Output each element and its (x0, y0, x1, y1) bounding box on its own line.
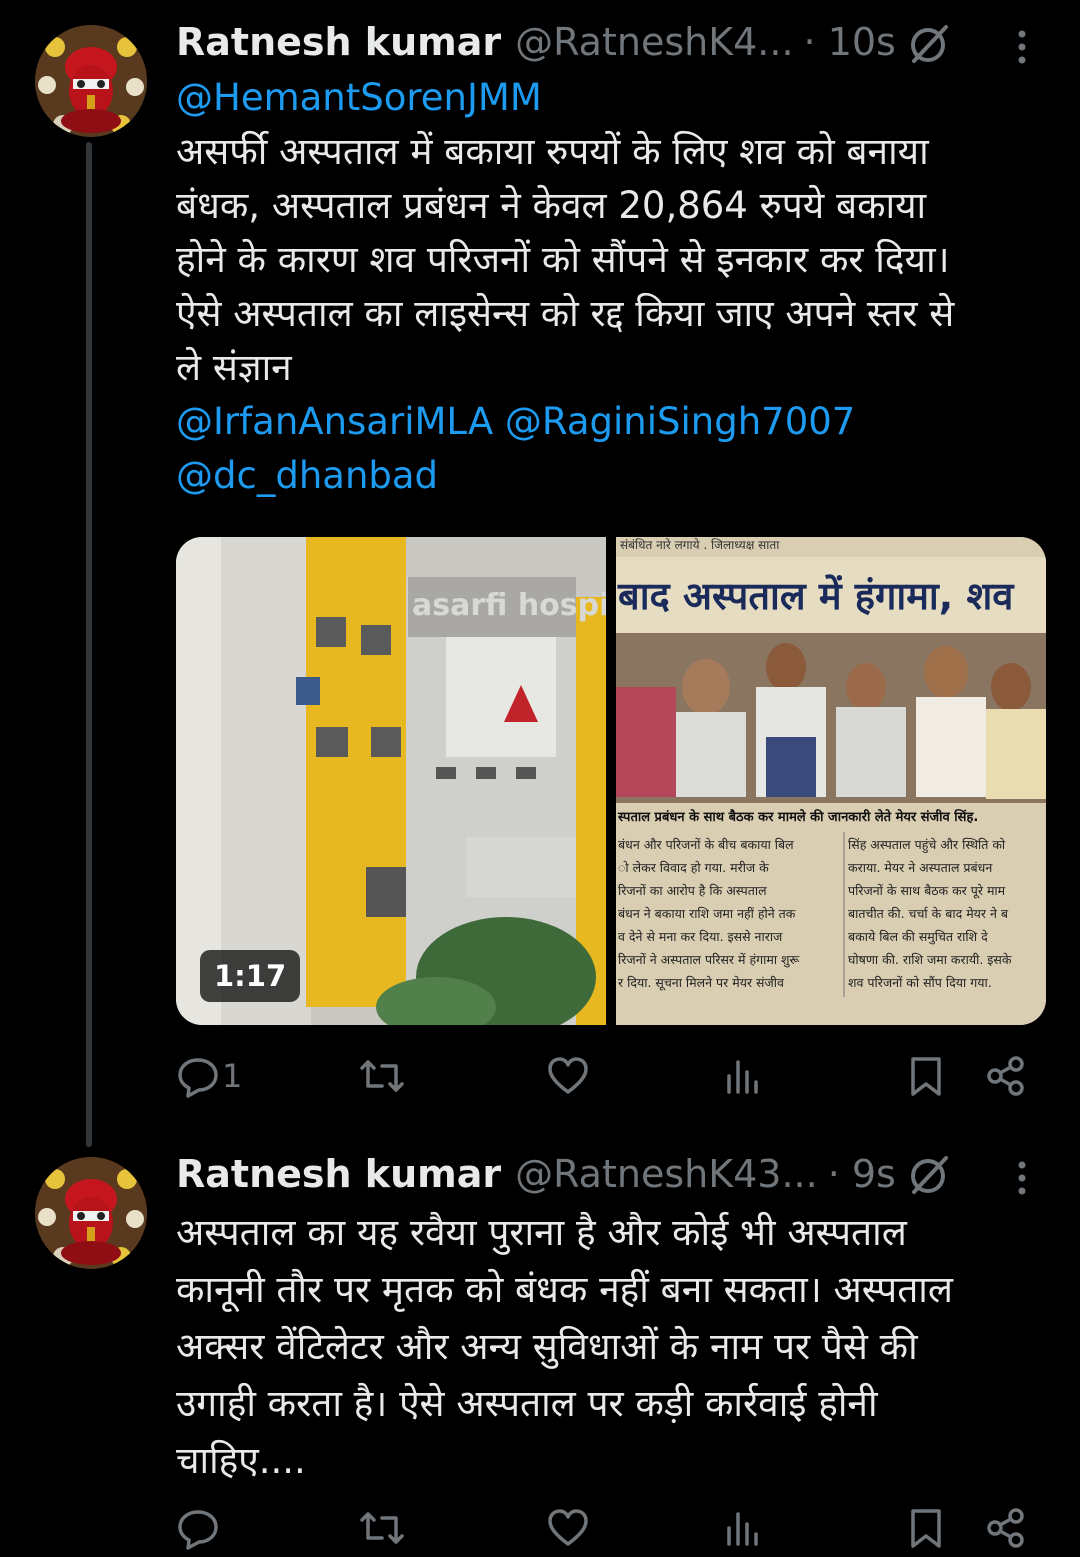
share-button[interactable] (984, 1506, 1028, 1550)
text-line: कानूनी तौर पर मृतक को बंधक नहीं बना सकता… (176, 1268, 953, 1311)
edit-icon (911, 25, 948, 63)
tweet-actions: 1 (176, 1054, 1036, 1104)
video-duration-badge: 1:17 (200, 950, 301, 1002)
news-text: व देने से मना कर दिया. इससे नाराज (618, 929, 783, 944)
news-text: ो लेकर विवाद हो गया. मरीज के (618, 860, 769, 875)
reply-button[interactable] (176, 1506, 220, 1550)
text-line: होने के कारण शव परिजनों को सौंपने से इनक… (176, 238, 950, 281)
like-button[interactable] (546, 1506, 590, 1550)
author-handle[interactable]: @RatneshK4... (515, 20, 793, 64)
mention-link[interactable]: @HemantSorenJMM (176, 71, 1056, 125)
tweet-text: अस्पताल का यह रवैया पुराना है और कोई भी … (176, 1204, 1056, 1489)
author-name[interactable]: Ratnesh kumar (176, 20, 501, 64)
share-icon (987, 1056, 1024, 1096)
mention-links[interactable]: @IrfanAnsariMLA @RaginiSingh7007 (176, 395, 1056, 449)
retweet-button[interactable] (358, 1506, 406, 1550)
author-name[interactable]: Ratnesh kumar (176, 1152, 501, 1196)
news-text: रिजनों ने अस्पताल परिसर में हंगामा शुरू (618, 952, 800, 968)
timestamp[interactable]: · 10s (804, 20, 896, 64)
bookmark-button[interactable] (906, 1506, 946, 1550)
views-button[interactable] (721, 1506, 765, 1550)
tweet-header: Ratnesh kumar @RatneshK4... · 10s (176, 20, 896, 64)
bookmark-icon (911, 1057, 941, 1096)
news-text: बंधन ने बकाया राशि जमा नहीं होने तक (618, 906, 796, 921)
views-icon (727, 1512, 758, 1546)
text-line: ले संज्ञान (176, 346, 292, 389)
views-button[interactable] (721, 1054, 765, 1098)
text-line: ऐसे अस्पताल का लाइसेन्स को रद्द किया जाए… (176, 292, 955, 335)
text-line: चाहिए.... (176, 1439, 306, 1482)
hospital-sign: asarfi hospital (412, 588, 606, 623)
retweet-button[interactable] (358, 1054, 406, 1098)
avatar[interactable] (35, 1157, 147, 1269)
mention-link[interactable]: @dc_dhanbad (176, 449, 1056, 503)
more-icon[interactable] (1012, 28, 1032, 68)
author-handle[interactable]: @RatneshK43... (515, 1152, 818, 1196)
like-icon (548, 1509, 588, 1546)
text-line: अक्सर वेंटिलेटर और अन्य सुविधाओं के नाम … (176, 1325, 918, 1368)
reply-icon (178, 1058, 218, 1098)
tweet-header: Ratnesh kumar @RatneshK43... · 9s (176, 1152, 896, 1196)
news-text: बंधन और परिजनों के बीच बकाया बिल (618, 837, 794, 852)
tweet-text: @HemantSorenJMM असर्फी अस्पताल में बकाया… (176, 71, 1056, 503)
news-top-strip: संबंधित नारे लगाये . जिलाध्यक्ष साता (620, 538, 780, 552)
avatar-image (35, 1157, 147, 1269)
news-text: सिंह अस्पताल पहुंचे और स्थिति को (848, 837, 1006, 853)
newspaper-clipping: संबंधित नारे लगाये . जिलाध्यक्ष साता बाद… (616, 537, 1046, 1025)
text-line: अस्पताल का यह रवैया पुराना है और कोई भी … (176, 1211, 907, 1254)
retweet-icon (360, 1512, 404, 1544)
timestamp[interactable]: · 9s (828, 1152, 896, 1196)
text-line: असर्फी अस्पताल में बकाया रुपयों के लिए श… (176, 130, 929, 173)
reply-button[interactable]: 1 (176, 1054, 242, 1098)
like-button[interactable] (546, 1054, 590, 1098)
retweet-icon (360, 1060, 404, 1092)
news-caption: स्पताल प्रबंधन के साथ बैठक कर मामले की ज… (617, 808, 978, 825)
news-text: घोषणा की. राशि जमा करायी. इसके (848, 952, 1012, 967)
tweet-actions (176, 1506, 1036, 1556)
edit-icon (911, 1156, 948, 1194)
news-text: शव परिजनों को सौंप दिया गया. (848, 975, 992, 990)
avatar-image (35, 25, 147, 137)
newspaper-image[interactable]: संबंधित नारे लगाये . जिलाध्यक्ष साता बाद… (616, 537, 1046, 1025)
news-text: परिजनों के साथ बैठक कर पूरे माम (848, 883, 1006, 899)
news-text: बातचीत की. चर्चा के बाद मेयर ने ब (848, 906, 1009, 921)
text-line: बंधक, अस्पताल प्रबंधन ने केवल 20,864 रुप… (176, 184, 927, 227)
bookmark-button[interactable] (906, 1054, 946, 1098)
like-icon (548, 1057, 588, 1094)
news-text: कराया. मेयर ने अस्पताल प्रबंधन (848, 860, 993, 875)
reply-count: 1 (222, 1057, 243, 1095)
media-grid: asarfi hospital संबंधित नारे लगाये . जिल… (176, 537, 1046, 1025)
news-headline: बाद अस्पताल में हंगामा, शव (617, 574, 1015, 618)
more-icon[interactable] (1012, 1159, 1032, 1199)
news-text: रिजनों का आरोप है कि अस्पताल (618, 883, 767, 898)
news-text: र दिया. सूचना मिलने पर मेयर संजीव (618, 975, 785, 991)
bookmark-icon (911, 1509, 941, 1548)
share-button[interactable] (984, 1054, 1028, 1098)
views-icon (727, 1060, 758, 1094)
text-line: उगाही करता है। ऐसे अस्पताल पर कड़ी कार्र… (176, 1382, 878, 1425)
thread-line (86, 142, 92, 1147)
news-text: बकाये बिल की समुचित राशि दे (848, 929, 988, 945)
avatar[interactable] (35, 25, 147, 137)
share-icon (987, 1508, 1024, 1548)
reply-icon (178, 1510, 218, 1550)
